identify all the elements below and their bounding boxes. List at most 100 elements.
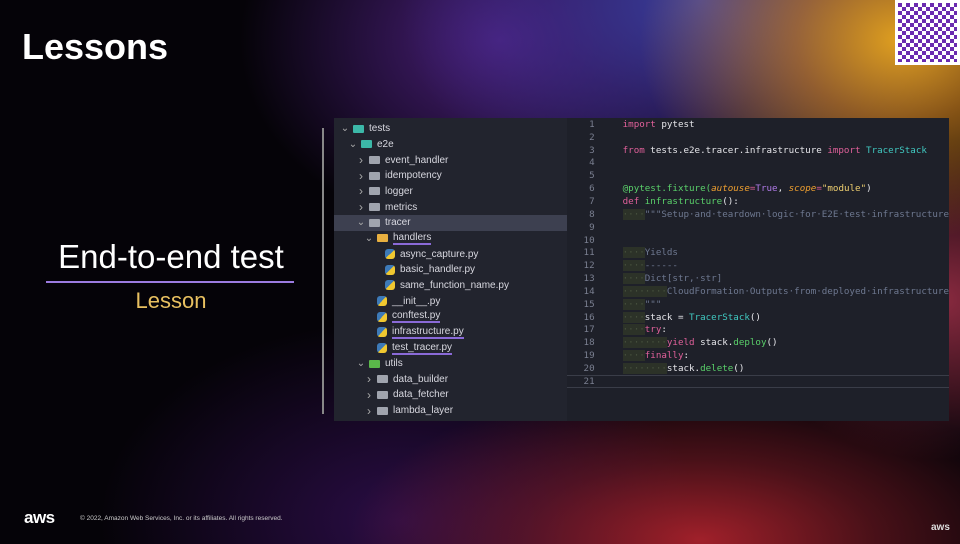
line-number: 8 — [589, 208, 595, 220]
line-number: 19 — [583, 350, 595, 362]
tree-item[interactable]: › data_fetcher — [334, 387, 567, 403]
tree-item[interactable]: __init__.py — [334, 293, 567, 309]
tree-item[interactable]: ⌄ tracer — [334, 214, 567, 231]
code-token: : — [661, 324, 667, 336]
chevron-down-icon[interactable]: ⌄ — [340, 123, 350, 134]
chevron-down-icon[interactable]: ⌄ — [364, 233, 374, 244]
code-token: ···· — [622, 208, 645, 220]
tree-item[interactable]: › idempotency — [334, 168, 567, 184]
chevron-down-icon[interactable]: ⌄ — [356, 217, 366, 228]
tree-item[interactable]: ⌄ tests — [334, 121, 567, 137]
chevron-down-icon[interactable]: ⌄ — [356, 358, 366, 369]
code-line: 11 ···· Yields — [567, 246, 949, 259]
line-number: 13 — [583, 273, 595, 285]
aws-corner-logo: aws — [931, 522, 950, 533]
line-number: 4 — [589, 157, 595, 169]
aws-logo: aws — [24, 508, 55, 527]
tree-item[interactable]: › lambda_layer — [334, 403, 567, 419]
tree-item-label: infrastructure.py — [392, 325, 464, 339]
code-line: 19 ···· finally: — [567, 349, 949, 362]
tree-item-label: basic_handler.py — [400, 264, 476, 276]
lesson-title: End-to-end test — [58, 238, 284, 275]
python-file-icon — [377, 327, 387, 338]
code-token: try — [644, 324, 662, 336]
chevron-right-icon[interactable]: › — [356, 200, 366, 214]
tree-item[interactable]: infrastructure.py — [334, 325, 567, 341]
tree-item[interactable]: same_function_name.py — [334, 278, 567, 294]
line-number: 14 — [583, 285, 595, 297]
tree-item-label: idempotency — [385, 170, 442, 182]
code-line: 10 — [567, 234, 949, 247]
title-underline — [46, 281, 294, 283]
code-token: ········ — [622, 337, 667, 349]
code-token: TracerStack — [689, 311, 750, 323]
tree-item-label: e2e — [377, 138, 394, 150]
code-token: ···· — [622, 247, 645, 259]
chevron-right-icon[interactable]: › — [364, 404, 374, 418]
folder-icon — [377, 375, 388, 384]
code-token: stack. — [694, 337, 734, 349]
tree-item[interactable]: test_tracer.py — [334, 340, 567, 356]
tree-item[interactable]: basic_handler.py — [334, 262, 567, 278]
line-number: 17 — [583, 324, 595, 336]
python-file-icon — [377, 343, 387, 354]
code-line: 17 ···· try: — [567, 324, 949, 337]
code-line: 4 — [567, 157, 949, 170]
code-editor[interactable]: 1 import pytest 2 3 from tests.e2e.tracer.in… — [566, 118, 949, 421]
code-line: 9 — [567, 221, 949, 234]
line-number: 1 — [589, 118, 595, 130]
tree-item-label: tests — [369, 123, 391, 135]
chevron-right-icon[interactable]: › — [364, 388, 374, 402]
lesson-subtitle: Lesson — [135, 288, 207, 313]
code-token: finally — [644, 350, 684, 362]
tree-item-label: same_function_name.py — [400, 279, 509, 291]
tree-item-label: async_capture.py — [400, 248, 479, 260]
code-token: deploy — [733, 337, 767, 349]
folder-icon — [353, 124, 364, 133]
line-number: 3 — [589, 144, 595, 156]
line-number: 18 — [583, 337, 595, 349]
chevron-right-icon[interactable]: › — [356, 153, 366, 167]
code-token: from — [622, 144, 645, 156]
code-token: ···· — [622, 311, 645, 323]
code-token: () — [733, 362, 745, 374]
line-number: 6 — [589, 183, 595, 195]
tree-item[interactable]: ⌄ e2e — [334, 137, 567, 153]
code-line: 14 ········ CloudFormation·Outputs·from·de… — [567, 285, 949, 298]
tree-item-label: conftest.py — [392, 310, 441, 324]
python-file-icon — [377, 296, 387, 307]
tree-item[interactable]: › data_builder — [334, 372, 567, 388]
code-token: def — [622, 195, 640, 207]
line-number: 11 — [583, 247, 595, 259]
code-line: 21 — [566, 374, 949, 388]
tree-item[interactable]: › event_handler — [334, 152, 567, 168]
code-token: infrastructure — [639, 195, 723, 207]
code-token: stack. — [666, 362, 701, 374]
code-token: (): — [722, 195, 739, 207]
tree-item[interactable]: › logger — [334, 184, 567, 200]
tree-item-label: metrics — [385, 201, 418, 213]
line-number: 9 — [589, 221, 595, 233]
chevron-down-icon[interactable]: ⌄ — [348, 139, 358, 150]
chevron-right-icon[interactable]: › — [356, 184, 366, 198]
tree-item-label: test_tracer.py — [392, 341, 453, 355]
code-token: , — [777, 183, 789, 195]
tree-item[interactable]: ⌄ utils — [334, 356, 567, 372]
line-number: 2 — [589, 131, 595, 143]
code-line: 15 ···· """ — [567, 298, 949, 311]
chevron-right-icon[interactable]: › — [356, 169, 366, 183]
tree-item[interactable]: async_capture.py — [334, 246, 567, 262]
tree-item[interactable]: ⌄ handlers — [334, 231, 567, 247]
code-token: CloudFormation·Outputs·from·deployed·inf… — [666, 285, 949, 297]
python-file-icon — [385, 280, 395, 291]
line-number: 10 — [583, 234, 595, 246]
code-token: ···· — [622, 324, 645, 336]
code-token: ········ — [622, 362, 667, 374]
tree-item[interactable]: › metrics — [334, 199, 567, 215]
tree-item[interactable]: conftest.py — [334, 309, 567, 325]
python-file-icon — [385, 264, 395, 275]
line-number: 16 — [583, 311, 595, 323]
code-token: ···· — [622, 350, 645, 362]
code-line: 7 def infrastructure (): — [567, 195, 949, 208]
chevron-right-icon[interactable]: › — [364, 372, 374, 386]
